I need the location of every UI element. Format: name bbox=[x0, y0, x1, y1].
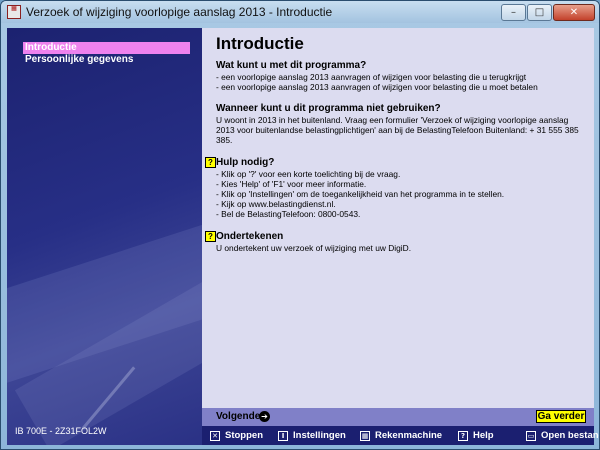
folder-icon: ▭ bbox=[526, 430, 536, 441]
window-title: Verzoek of wijziging voorlopige aanslag … bbox=[26, 5, 333, 19]
help-button[interactable]: ? Help bbox=[458, 430, 494, 441]
section-wat-kunt-u: Wat kunt u met dit programma? - een voor… bbox=[216, 60, 586, 92]
client-area: Introductie Persoonlijke gegevens IB 700… bbox=[7, 28, 599, 445]
bottom-toolbar: ✕ Stoppen I Instellingen ▦ Rekenmachine … bbox=[202, 426, 599, 445]
section-line: 385. bbox=[216, 135, 233, 145]
next-button-label[interactable]: Volgende bbox=[216, 411, 260, 422]
app-icon: ▦ bbox=[7, 5, 21, 19]
section-title: Ondertekenen bbox=[216, 231, 284, 242]
version-label: IB 700E - 2Z31FOL2W bbox=[15, 426, 107, 436]
settings-button[interactable]: I Instellingen bbox=[278, 430, 346, 441]
section-line: U ondertekent uw verzoek of wijziging me… bbox=[216, 243, 412, 253]
open-file-button[interactable]: ▭ Open bestand bbox=[526, 430, 600, 441]
close-icon: ✕ bbox=[210, 430, 220, 441]
sidebar-item-persoonlijke-gegevens[interactable]: Persoonlijke gegevens bbox=[23, 54, 190, 66]
section-line: U woont in 2013 in het buitenland. Vraag… bbox=[216, 115, 569, 125]
maximize-button[interactable]: □ bbox=[527, 3, 552, 21]
help-label: Help bbox=[473, 430, 494, 441]
section-hulp-nodig: Hulp nodig? - Klik op '?' voor een korte… bbox=[216, 157, 586, 219]
help-question-icon[interactable]: ? bbox=[205, 231, 216, 242]
calculator-button[interactable]: ▦ Rekenmachine bbox=[360, 430, 442, 441]
minimize-button[interactable]: – bbox=[501, 3, 526, 21]
open-file-label: Open bestand bbox=[541, 430, 600, 441]
section-ondertekenen: Ondertekenen U ondertekent uw verzoek of… bbox=[216, 231, 586, 253]
help-icon: ? bbox=[458, 430, 468, 441]
sidebar: Introductie Persoonlijke gegevens IB 700… bbox=[7, 28, 202, 445]
window-controls: – □ ✕ bbox=[500, 3, 595, 21]
help-question-icon[interactable]: ? bbox=[205, 157, 216, 168]
go-on-button[interactable]: Ga verder bbox=[536, 410, 586, 423]
content-panel: Introductie Wat kunt u met dit programma… bbox=[202, 28, 594, 408]
section-title: Wat kunt u met dit programma? bbox=[216, 60, 367, 71]
arrow-right-icon[interactable]: ➔ bbox=[259, 411, 270, 422]
section-title: Hulp nodig? bbox=[216, 157, 275, 168]
section-line: - Klik op 'Instellingen' om de toegankel… bbox=[216, 189, 505, 199]
calculator-icon: ▦ bbox=[360, 430, 370, 441]
navigation-bar: Volgende ➔ Ga verder bbox=[202, 408, 594, 426]
title-bar[interactable]: ▦ Verzoek of wijziging voorlopige aansla… bbox=[1, 1, 599, 23]
calculator-label: Rekenmachine bbox=[375, 430, 443, 441]
info-icon: I bbox=[278, 430, 288, 441]
section-line: - Kies 'Help' of 'F1' voor meer informat… bbox=[216, 179, 367, 189]
sidebar-item-introductie[interactable]: Introductie bbox=[23, 42, 190, 54]
stop-button[interactable]: ✕ Stoppen bbox=[210, 430, 263, 441]
section-title: Wanneer kunt u dit programma niet gebrui… bbox=[216, 103, 441, 114]
page-title: Introductie bbox=[216, 34, 304, 53]
section-line: - een voorlopige aanslag 2013 aanvragen … bbox=[216, 82, 538, 92]
section-line: - Kijk op www.belastingdienst.nl. bbox=[216, 199, 336, 209]
settings-label: Instellingen bbox=[293, 430, 346, 441]
section-line: 2013 voor buitenlandse belastingplichtig… bbox=[216, 125, 579, 135]
section-line: - Klik op '?' voor een korte toelichting… bbox=[216, 169, 401, 179]
close-button[interactable]: ✕ bbox=[553, 3, 595, 21]
stop-label: Stoppen bbox=[225, 430, 263, 441]
section-line: - een voorlopige aanslag 2013 aanvragen … bbox=[216, 72, 527, 82]
application-window: ▦ Verzoek of wijziging voorlopige aansla… bbox=[0, 0, 600, 450]
section-line: - Bel de BelastingTelefoon: 0800-0543. bbox=[216, 209, 361, 219]
section-wanneer-niet: Wanneer kunt u dit programma niet gebrui… bbox=[216, 103, 586, 145]
